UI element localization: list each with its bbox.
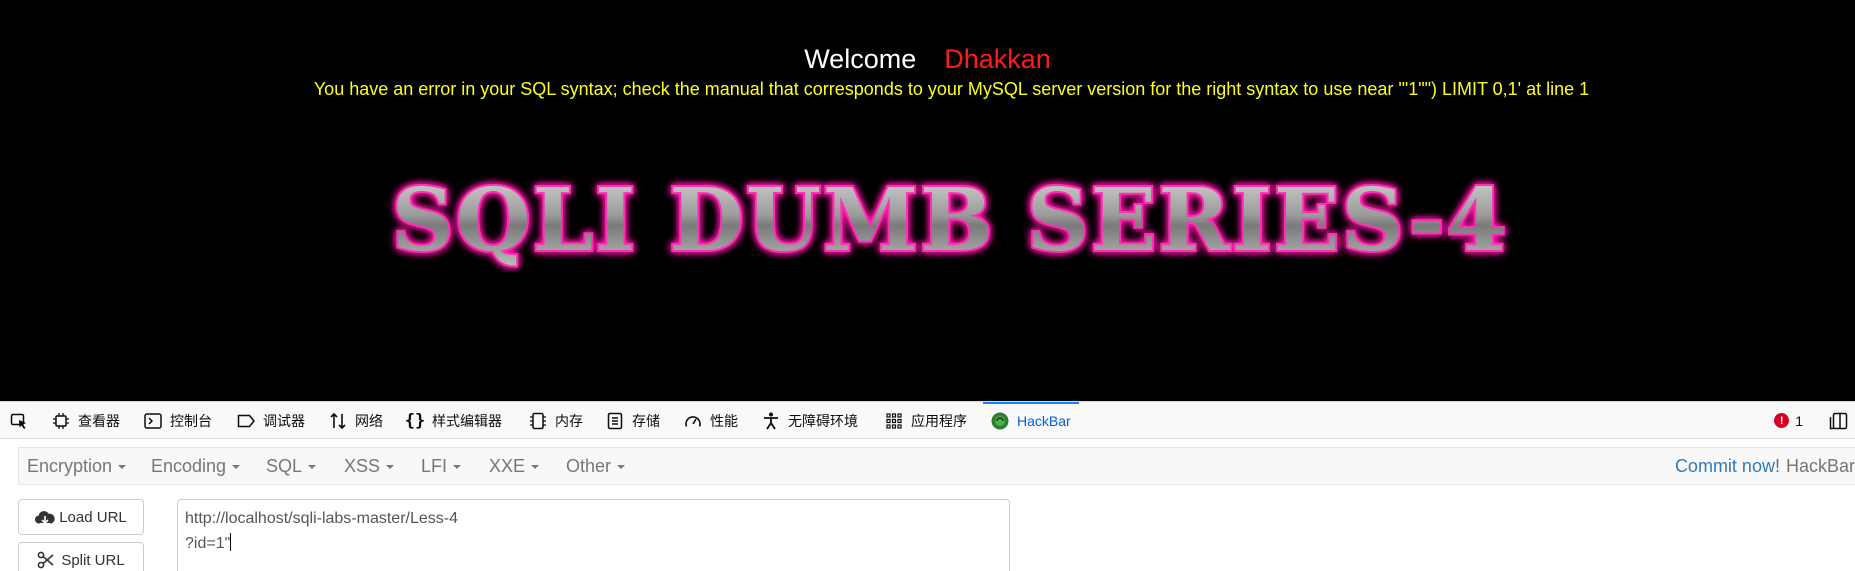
- menu-encryption[interactable]: Encryption: [27, 448, 127, 484]
- split-url-button[interactable]: Split URL: [18, 542, 144, 571]
- caret-down-icon: [308, 465, 317, 469]
- application-icon: [885, 412, 903, 430]
- dock-toggle-icon[interactable]: [1829, 412, 1849, 430]
- tab-label: 无障碍环境: [788, 412, 858, 429]
- menu-sql[interactable]: SQL: [266, 448, 317, 484]
- caret-down-icon: [118, 465, 127, 469]
- menu-xxe[interactable]: XXE: [489, 448, 540, 484]
- tab-label: 网络: [355, 412, 383, 429]
- caret-down-icon: [531, 465, 540, 469]
- tab-label: HackBar: [1017, 412, 1071, 429]
- split-url-label: Split URL: [61, 551, 125, 569]
- console-error-count[interactable]: ! 1: [1774, 402, 1803, 439]
- tab-label: 调试器: [263, 412, 305, 429]
- tab-label: 控制台: [170, 412, 212, 429]
- tab-label: 内存: [555, 412, 583, 429]
- sql-error-message: You have an error in your SQL syntax; ch…: [313, 79, 1590, 99]
- tab-label: 存储: [632, 412, 660, 429]
- menu-encoding[interactable]: Encoding: [151, 448, 241, 484]
- inspector-icon: [52, 412, 70, 430]
- web-page: Welcome Dhakkan You have an error in your…: [0, 0, 1855, 401]
- cloud-download-icon: [35, 508, 55, 526]
- tab-storage[interactable]: 存储: [606, 402, 660, 439]
- menu-label: Encryption: [27, 455, 113, 476]
- tab-accessibility[interactable]: 无障碍环境: [762, 402, 858, 439]
- welcome-line: Welcome Dhakkan: [0, 42, 1855, 76]
- tab-label: 性能: [710, 412, 738, 429]
- menu-lfi[interactable]: LFI: [421, 448, 462, 484]
- tab-hackbar[interactable]: HackBar: [983, 402, 1079, 439]
- storage-icon: [606, 412, 624, 430]
- url-line-2-text: ?id=1": [185, 535, 231, 552]
- hackbar-brand: HackBar: [1785, 455, 1855, 476]
- text-cursor: [230, 533, 232, 551]
- tab-label: 查看器: [78, 412, 120, 429]
- menu-label: Other: [566, 455, 612, 476]
- tab-application[interactable]: 应用程序: [885, 402, 967, 439]
- debugger-icon: [237, 412, 255, 430]
- tab-label: 样式编辑器: [432, 412, 502, 429]
- accessibility-icon: [762, 412, 780, 430]
- tab-performance[interactable]: 性能: [684, 402, 738, 439]
- load-url-label: Load URL: [59, 508, 127, 526]
- page-title-banner: SQLI DUMB SERIES-4: [390, 168, 1509, 272]
- network-icon: [329, 412, 347, 430]
- url-line-1: http://localhost/sqli-labs-master/Less-4: [185, 510, 458, 527]
- menu-label: SQL: [266, 455, 303, 476]
- hackbar-menubar: Encryption Encoding SQL XSS LFI XXE Othe…: [18, 447, 1855, 485]
- menu-label: LFI: [421, 455, 448, 476]
- commit-now-link[interactable]: Commit now!: [1675, 456, 1780, 477]
- performance-icon: [684, 412, 702, 430]
- element-picker-icon: [10, 412, 28, 430]
- hackbar-commit: Commit now! HackBar: [1675, 448, 1855, 484]
- hackbar-icon: [991, 412, 1009, 430]
- tab-memory[interactable]: 内存: [529, 402, 583, 439]
- caret-down-icon: [453, 465, 462, 469]
- scissors-icon: [37, 551, 57, 569]
- menu-label: Encoding: [151, 455, 227, 476]
- error-icon: !: [1774, 413, 1790, 428]
- menu-xss[interactable]: XSS: [344, 448, 395, 484]
- memory-icon: [529, 412, 547, 430]
- url-textarea[interactable]: http://localhost/sqli-labs-master/Less-4…: [177, 499, 1010, 571]
- welcome-text: Welcome: [804, 44, 917, 74]
- tab-inspector[interactable]: 查看器: [52, 402, 120, 439]
- devtools-tabbar: 查看器 控制台 调试器 网络 {} 样式编辑器 内存 存储 性能 无障碍环境 应…: [0, 401, 1855, 439]
- screen: Welcome Dhakkan You have an error in your…: [0, 0, 1855, 571]
- banner-title-text: SQLI DUMB SERIES-4: [392, 170, 1509, 271]
- tab-style-editor[interactable]: {} 样式编辑器: [404, 402, 502, 439]
- console-icon: [144, 412, 162, 430]
- menu-label: XSS: [344, 455, 381, 476]
- url-line-2: ?id=1": [185, 531, 1002, 556]
- tab-console[interactable]: 控制台: [144, 402, 212, 439]
- style-editor-icon: {}: [404, 410, 426, 431]
- user-name: Dhakkan: [944, 44, 1051, 74]
- caret-down-icon: [386, 465, 395, 469]
- devtools-panel: 查看器 控制台 调试器 网络 {} 样式编辑器 内存 存储 性能 无障碍环境 应…: [0, 401, 1855, 571]
- element-picker-button[interactable]: [10, 402, 36, 439]
- load-url-button[interactable]: Load URL: [18, 499, 144, 535]
- error-count-value: 1: [1795, 412, 1803, 429]
- caret-down-icon: [617, 465, 626, 469]
- menu-label: XXE: [489, 455, 526, 476]
- tab-debugger[interactable]: 调试器: [237, 402, 305, 439]
- tab-network[interactable]: 网络: [329, 402, 383, 439]
- tab-label: 应用程序: [911, 412, 967, 429]
- caret-down-icon: [232, 465, 241, 469]
- menu-other[interactable]: Other: [566, 448, 626, 484]
